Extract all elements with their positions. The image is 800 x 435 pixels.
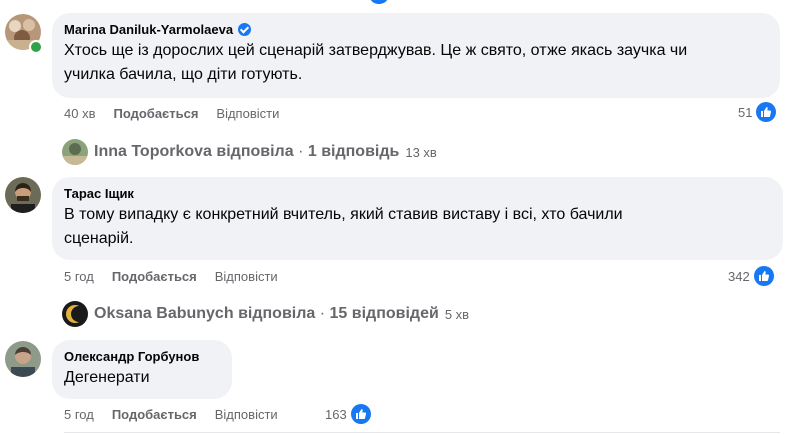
replies-thread-link[interactable]: Oksana Babunych відповіла · 15 відповіде… bbox=[62, 301, 469, 327]
comment-bubble: Тарас Іщик В тому випадку є конкретний в… bbox=[52, 177, 783, 260]
reply-avatar bbox=[62, 301, 88, 327]
like-button[interactable]: Подобається bbox=[112, 269, 197, 285]
comment-actions: 5 год Подобається Відповісти bbox=[64, 407, 278, 423]
comment-author[interactable]: Тарас Іщик bbox=[64, 185, 134, 202]
avatar[interactable] bbox=[5, 177, 41, 213]
top-partial-icon bbox=[370, 0, 388, 4]
comment-time[interactable]: 40 хв bbox=[64, 106, 95, 122]
comment-actions: 40 хв Подобається Відповісти bbox=[64, 106, 279, 122]
like-thumb-icon bbox=[756, 102, 777, 122]
comment-author[interactable]: Олександр Горбунов bbox=[64, 348, 199, 365]
comment-text: В тому випадку є конкретний вчитель, яки… bbox=[64, 206, 623, 247]
reply-author: Inna Toporkova bbox=[94, 143, 212, 160]
reaction-count[interactable]: 163 bbox=[325, 404, 371, 424]
comment-text: Дегенерати bbox=[64, 369, 150, 386]
reply-count: 15 відповідей bbox=[329, 305, 439, 322]
comment-author[interactable]: Marina Daniluk-Yarmolaeva bbox=[64, 21, 233, 38]
comment-time[interactable]: 5 год bbox=[64, 407, 94, 423]
replies-thread-link[interactable]: Inna Toporkova відповіла · 1 відповідь 1… bbox=[62, 139, 437, 165]
reply-count: 1 відповідь bbox=[307, 143, 400, 160]
like-thumb-icon bbox=[350, 404, 371, 424]
reply-button[interactable]: Відповісти bbox=[215, 269, 278, 285]
verified-badge-icon bbox=[238, 23, 252, 36]
like-button[interactable]: Подобається bbox=[112, 407, 197, 423]
reply-button[interactable]: Відповісти bbox=[216, 106, 279, 122]
like-button[interactable]: Подобається bbox=[113, 106, 198, 122]
divider bbox=[64, 432, 780, 433]
comment-actions: 5 год Подобається Відповісти bbox=[64, 269, 278, 285]
online-status-icon bbox=[29, 40, 43, 54]
comment-bubble: Олександр Горбунов Дегенерати bbox=[52, 340, 232, 399]
like-thumb-icon bbox=[753, 266, 774, 286]
reply-time: 13 хв bbox=[405, 144, 437, 160]
reply-avatar bbox=[62, 139, 88, 165]
comment-time[interactable]: 5 год bbox=[64, 269, 94, 285]
comment-text: Хтось ще із дорослих цей сценарій затвер… bbox=[64, 42, 688, 83]
comment-bubble: Marina Daniluk-Yarmolaeva Хтось ще із до… bbox=[52, 13, 780, 98]
avatar[interactable] bbox=[5, 341, 41, 377]
reply-button[interactable]: Відповісти bbox=[215, 407, 278, 423]
reaction-count[interactable]: 342 bbox=[728, 266, 774, 286]
reply-author: Oksana Babunych bbox=[94, 305, 234, 322]
reaction-count[interactable]: 51 bbox=[738, 102, 777, 122]
reply-time: 5 хв bbox=[444, 306, 470, 322]
